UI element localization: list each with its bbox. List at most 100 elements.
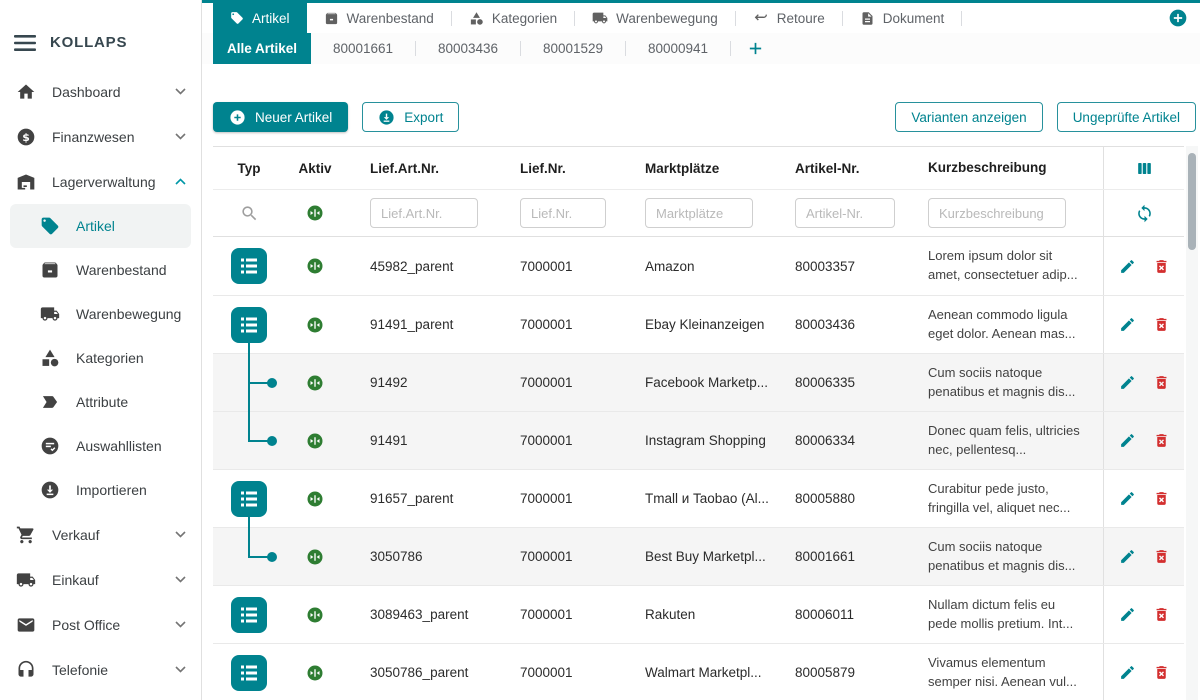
cell-kurzbeschreibung: Aenean commodo ligula eget dolor. Aenean… <box>903 296 1103 353</box>
filter-lief-nr-input[interactable] <box>520 198 606 228</box>
subtab-alle-artikel[interactable]: Alle Artikel <box>213 33 311 64</box>
active-status-icon <box>306 548 324 566</box>
sidebar-item-attribute[interactable]: Attribute <box>10 380 191 424</box>
active-status-icon <box>306 664 324 682</box>
edit-icon[interactable] <box>1119 490 1136 507</box>
filter-lief-art-nr-input[interactable] <box>370 198 478 228</box>
import-download-icon <box>40 480 60 500</box>
delete-icon[interactable] <box>1153 432 1170 449</box>
table-filter-row <box>213 190 1184 237</box>
column-header-kurzbeschreibung: Kurzbeschreibung <box>903 147 1103 189</box>
unchecked-articles-button[interactable]: Ungeprüfte Artikel <box>1057 102 1196 132</box>
cell-lief-nr: 7000001 <box>495 644 620 700</box>
edit-icon[interactable] <box>1119 606 1136 623</box>
subtab-article[interactable]: 80000941 <box>626 33 730 64</box>
active-status-icon <box>306 257 324 275</box>
home-icon <box>16 82 36 102</box>
sidebar-item-dashboard[interactable]: Dashboard <box>0 69 201 114</box>
active-filter-toggle[interactable] <box>306 204 324 222</box>
tab-warenbestand[interactable]: Warenbestand <box>307 3 451 33</box>
search-icon <box>240 204 259 223</box>
filter-kurzbeschreibung-input[interactable] <box>928 198 1066 228</box>
column-settings-button[interactable] <box>1103 147 1184 189</box>
document-icon <box>860 11 875 26</box>
cell-lief-art-nr: 91657_parent <box>345 470 495 527</box>
delete-icon[interactable] <box>1153 374 1170 391</box>
edit-icon[interactable] <box>1119 374 1136 391</box>
article-subtabbar: Alle Artikel 80001661 80003436 80001529 … <box>202 33 1200 64</box>
cell-marktplatz: Rakuten <box>620 586 770 643</box>
return-arrow-icon <box>753 10 769 26</box>
edit-icon[interactable] <box>1119 258 1136 275</box>
sidebar-item-post-office[interactable]: Post Office <box>0 602 201 647</box>
parent-article-type-icon[interactable] <box>231 307 267 343</box>
active-status-icon <box>306 374 324 392</box>
tag-icon <box>230 11 244 25</box>
show-variants-button[interactable]: Varianten anzeigen <box>895 102 1042 132</box>
cell-artikel-nr: 80003436 <box>770 296 903 353</box>
scrollbar-thumb[interactable] <box>1188 153 1196 250</box>
sidebar-item-einkauf[interactable]: Einkauf <box>0 557 201 602</box>
sidebar-item-artikel[interactable]: Artikel <box>10 204 191 248</box>
sidebar-item-finanzwesen[interactable]: $ Finanzwesen <box>0 114 201 159</box>
add-tab-button[interactable] <box>1168 8 1188 28</box>
sidebar-item-verkauf[interactable]: Verkauf <box>0 512 201 557</box>
sidebar-header: KOLLAPS <box>0 0 201 69</box>
sidebar-item-warenbestand[interactable]: Warenbestand <box>10 248 191 292</box>
delete-icon[interactable] <box>1153 490 1170 507</box>
delete-icon[interactable] <box>1153 664 1170 681</box>
app-logo: KOLLAPS <box>50 34 127 51</box>
sidebar-item-warenbewegung[interactable]: Warenbewegung <box>10 292 191 336</box>
tab-dokument[interactable]: Dokument <box>843 3 962 33</box>
subtab-article[interactable]: 80001661 <box>311 33 415 64</box>
add-article-tab-button[interactable] <box>737 40 774 57</box>
edit-icon[interactable] <box>1119 316 1136 333</box>
edit-icon[interactable] <box>1119 548 1136 565</box>
filter-artikel-nr-input[interactable] <box>795 198 895 228</box>
sidebar-item-telefonie[interactable]: Telefonie <box>0 647 201 692</box>
finance-icon: $ <box>16 127 36 147</box>
parent-article-type-icon[interactable] <box>231 248 267 284</box>
export-button[interactable]: Export <box>362 102 459 132</box>
inventory-box-icon <box>40 260 60 280</box>
tree-connector-dot <box>267 378 277 388</box>
tab-warenbewegung[interactable]: Warenbewegung <box>575 3 735 33</box>
subtab-article[interactable]: 80003436 <box>416 33 520 64</box>
tab-artikel[interactable]: Artikel <box>213 3 307 33</box>
cell-lief-art-nr: 91491 <box>345 412 495 469</box>
parent-article-type-icon[interactable] <box>231 481 267 517</box>
chevron-down-icon <box>175 576 187 583</box>
table-row: 3050786 7000001 Best Buy Marketpl... 800… <box>213 527 1184 585</box>
menu-icon[interactable] <box>14 35 36 51</box>
sidebar-item-auswahllisten[interactable]: Auswahllisten <box>10 424 191 468</box>
edit-icon[interactable] <box>1119 432 1136 449</box>
filter-marktplaetze-input[interactable] <box>645 198 753 228</box>
cell-lief-art-nr: 91491_parent <box>345 296 495 353</box>
table-row: 45982_parent 7000001 Amazon 80003357 Lor… <box>213 237 1184 295</box>
table-row: 91657_parent 7000001 Tmall и Taobao (Al.… <box>213 469 1184 527</box>
delete-icon[interactable] <box>1153 316 1170 333</box>
cell-lief-nr: 7000001 <box>495 296 620 353</box>
chevron-down-icon <box>175 621 187 628</box>
parent-article-type-icon[interactable] <box>231 597 267 633</box>
parent-article-type-icon[interactable] <box>231 655 267 691</box>
columns-icon <box>1135 159 1154 178</box>
delete-icon[interactable] <box>1153 606 1170 623</box>
cell-lief-art-nr: 91492 <box>345 354 495 411</box>
add-circle-icon <box>229 109 246 126</box>
tab-retoure[interactable]: Retoure <box>736 3 842 33</box>
edit-icon[interactable] <box>1119 664 1136 681</box>
sidebar-item-kategorien[interactable]: Kategorien <box>10 336 191 380</box>
delivery-truck-icon <box>16 570 36 590</box>
tree-connector-dot <box>267 436 277 446</box>
tab-kategorien[interactable]: Kategorien <box>452 3 574 33</box>
sidebar-item-lagerverwaltung[interactable]: Lagerverwaltung <box>0 159 201 204</box>
refresh-icon[interactable] <box>1135 204 1154 223</box>
sidebar-item-importieren[interactable]: Importieren <box>10 468 191 512</box>
new-article-button[interactable]: Neuer Artikel <box>213 102 348 132</box>
delete-icon[interactable] <box>1153 258 1170 275</box>
subtab-article[interactable]: 80001529 <box>521 33 625 64</box>
cell-kurzbeschreibung: Nullam dictum felis eu pede mollis preti… <box>903 586 1103 643</box>
delete-icon[interactable] <box>1153 548 1170 565</box>
tab-divider <box>961 11 962 26</box>
